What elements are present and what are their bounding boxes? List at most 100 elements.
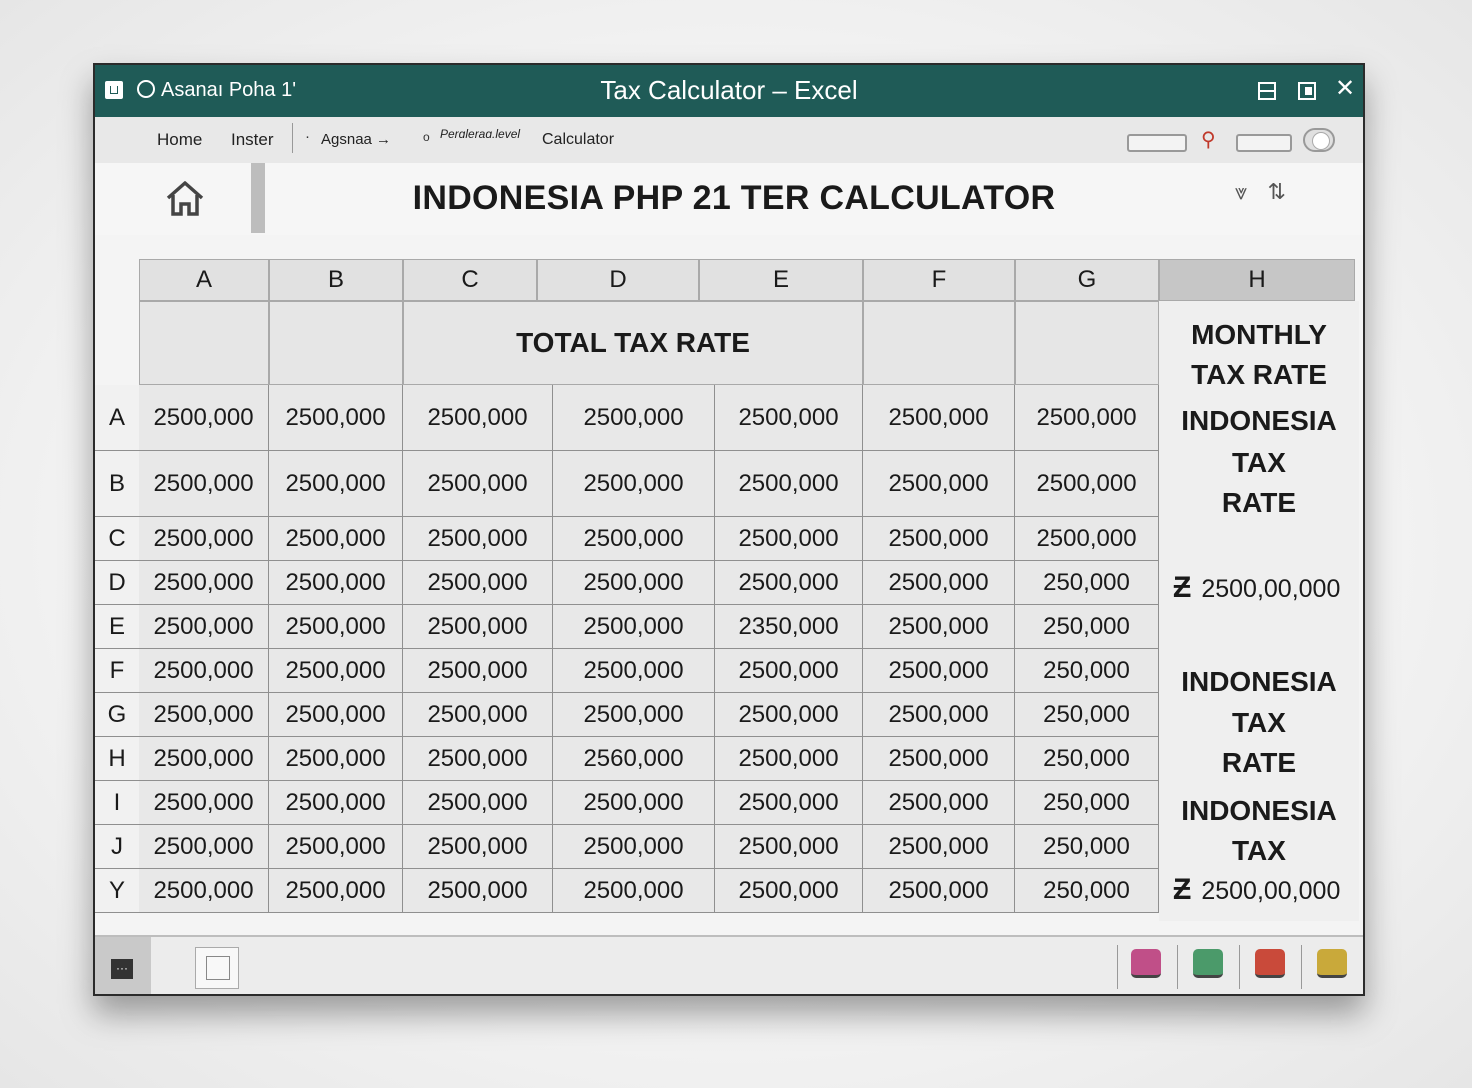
tab-agsnaa[interactable]: Agsnaa →	[321, 131, 391, 148]
band-cell-g[interactable]	[1015, 301, 1159, 385]
tab-insert[interactable]: Inster	[231, 130, 274, 150]
table-cell[interactable]: 2500,000	[715, 693, 863, 737]
row-header[interactable]: F	[95, 649, 139, 693]
row-header[interactable]: A	[95, 385, 139, 451]
table-cell[interactable]: 2500,000	[863, 385, 1015, 451]
table-cell[interactable]: 2500,000	[715, 451, 863, 517]
table-cell[interactable]: 2500,000	[403, 649, 553, 693]
table-cell[interactable]: 2500,000	[863, 605, 1015, 649]
table-cell[interactable]: 2500,000	[553, 825, 715, 869]
table-cell[interactable]: 2500,000	[269, 781, 403, 825]
column-header-h[interactable]: H	[1159, 259, 1355, 301]
table-cell[interactable]: 2500,000	[553, 605, 715, 649]
table-cell[interactable]: 2500,000	[139, 517, 269, 561]
table-cell[interactable]: 2500,000	[553, 649, 715, 693]
table-cell[interactable]: 2500,000	[863, 869, 1015, 913]
table-cell[interactable]: 2500,000	[269, 649, 403, 693]
table-cell[interactable]: 2500,000	[1015, 385, 1159, 451]
presentation-app-icon[interactable]	[1255, 949, 1285, 978]
table-cell[interactable]: 2500,000	[139, 869, 269, 913]
table-cell[interactable]: 2500,000	[715, 781, 863, 825]
table-cell[interactable]: 2500,000	[715, 385, 863, 451]
table-cell[interactable]: 2500,000	[863, 737, 1015, 781]
ribbon-control-2[interactable]	[1236, 134, 1292, 152]
minimize-button[interactable]	[1258, 82, 1276, 100]
coins-app-icon[interactable]	[1317, 949, 1347, 978]
table-cell[interactable]: 2500,000	[269, 561, 403, 605]
table-cell[interactable]: 2500,000	[403, 561, 553, 605]
band-cell-f[interactable]	[863, 301, 1015, 385]
table-cell[interactable]: 2500,000	[715, 825, 863, 869]
tab-home[interactable]: Home	[157, 130, 202, 150]
table-cell[interactable]: 2500,000	[139, 781, 269, 825]
table-cell[interactable]: 2500,000	[553, 451, 715, 517]
row-header[interactable]: I	[95, 781, 139, 825]
table-cell[interactable]: 2500,000	[553, 693, 715, 737]
table-cell[interactable]: 2500,000	[863, 781, 1015, 825]
column-header-a[interactable]: A	[139, 259, 269, 301]
table-cell[interactable]: 250,000	[1015, 649, 1159, 693]
table-cell[interactable]: 2500,000	[553, 385, 715, 451]
table-cell[interactable]: 2500,000	[269, 517, 403, 561]
finance-app-icon[interactable]	[1193, 949, 1223, 978]
table-cell[interactable]: 2500,000	[863, 517, 1015, 561]
close-button[interactable]: ✕	[1335, 76, 1357, 102]
paint-app-icon[interactable]	[1131, 949, 1161, 978]
ribbon-control-1[interactable]	[1127, 134, 1187, 152]
table-cell[interactable]: 2500,000	[403, 517, 553, 561]
table-cell[interactable]: 2500,000	[269, 737, 403, 781]
sort-icon[interactable]: ⇅	[1268, 179, 1286, 204]
table-cell[interactable]: 2500,000	[269, 825, 403, 869]
row-header[interactable]: Y	[95, 869, 139, 913]
tab-calculator[interactable]: Calculator	[542, 131, 614, 149]
terminal-button[interactable]: ···	[95, 937, 151, 994]
table-cell[interactable]: 2500,000	[863, 451, 1015, 517]
table-cell[interactable]: 2500,000	[553, 869, 715, 913]
column-header-g[interactable]: G	[1015, 259, 1159, 301]
table-cell[interactable]: 2500,000	[139, 451, 269, 517]
row-header[interactable]: D	[95, 561, 139, 605]
bird-icon[interactable]: ⩔	[1235, 179, 1247, 204]
table-cell[interactable]: 2500,000	[403, 385, 553, 451]
table-cell[interactable]: 2350,000	[715, 605, 863, 649]
table-cell[interactable]: 250,000	[1015, 561, 1159, 605]
table-cell[interactable]: 250,000	[1015, 693, 1159, 737]
table-cell[interactable]: 2500,000	[553, 561, 715, 605]
table-cell[interactable]: 2500,000	[553, 517, 715, 561]
table-cell[interactable]: 2500,000	[269, 451, 403, 517]
band-cell-b[interactable]	[269, 301, 403, 385]
table-cell[interactable]: 250,000	[1015, 737, 1159, 781]
table-cell[interactable]: 2500,000	[715, 737, 863, 781]
table-cell[interactable]: 2500,000	[139, 385, 269, 451]
new-sheet-button[interactable]	[195, 947, 239, 989]
band-cell-a[interactable]	[139, 301, 269, 385]
table-cell[interactable]: 2500,000	[269, 605, 403, 649]
table-cell[interactable]: 2500,000	[403, 781, 553, 825]
table-cell[interactable]: 2500,000	[139, 737, 269, 781]
column-header-e[interactable]: E	[699, 259, 863, 301]
table-cell[interactable]: 250,000	[1015, 605, 1159, 649]
table-cell[interactable]: 2500,000	[863, 825, 1015, 869]
row-header[interactable]: H	[95, 737, 139, 781]
table-cell[interactable]: 2500,000	[1015, 451, 1159, 517]
table-cell[interactable]: 2500,000	[863, 649, 1015, 693]
column-header-b[interactable]: B	[269, 259, 403, 301]
table-cell[interactable]: 2500,000	[715, 517, 863, 561]
row-header[interactable]: J	[95, 825, 139, 869]
table-cell[interactable]: 2560,000	[553, 737, 715, 781]
table-cell[interactable]: 250,000	[1015, 825, 1159, 869]
table-cell[interactable]: 2500,000	[403, 825, 553, 869]
table-cell[interactable]: 2500,000	[139, 693, 269, 737]
table-cell[interactable]: 2500,000	[269, 869, 403, 913]
table-cell[interactable]: 250,000	[1015, 869, 1159, 913]
table-cell[interactable]: 2500,000	[403, 451, 553, 517]
row-header[interactable]: G	[95, 693, 139, 737]
table-cell[interactable]: 2500,000	[553, 781, 715, 825]
table-cell[interactable]: 2500,000	[863, 693, 1015, 737]
maximize-button[interactable]	[1298, 82, 1316, 100]
table-cell[interactable]: 2500,000	[403, 737, 553, 781]
table-cell[interactable]: 2500,000	[269, 693, 403, 737]
theme-toggle[interactable]	[1303, 128, 1335, 152]
table-cell[interactable]: 2500,000	[715, 869, 863, 913]
table-cell[interactable]: 2500,000	[139, 649, 269, 693]
